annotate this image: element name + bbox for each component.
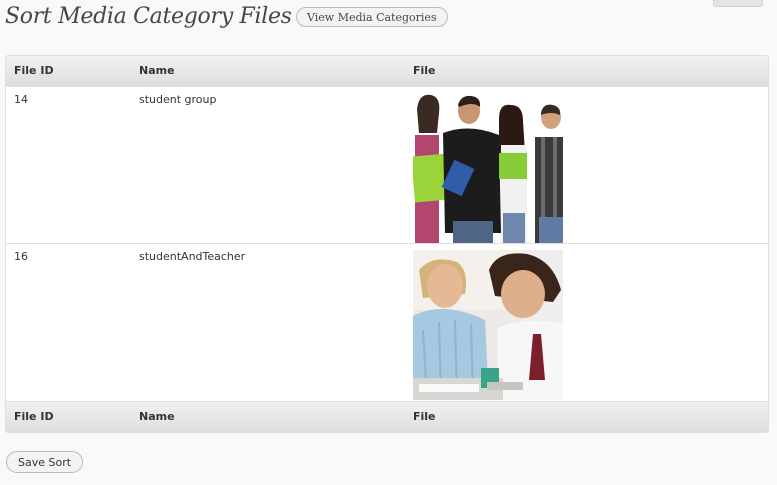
student-and-teacher-photo (413, 250, 563, 400)
header-file[interactable]: File (413, 56, 436, 86)
view-media-categories-button[interactable]: View Media Categories (296, 7, 448, 27)
name-cell: studentAndTeacher (139, 250, 246, 263)
student-and-teacher-thumbnail (413, 250, 563, 400)
file-id-cell: 16 (14, 250, 28, 263)
media-files-table: File ID Name File 14 student group 16 st… (5, 55, 769, 433)
footer-file[interactable]: File (413, 402, 436, 432)
save-sort-button[interactable]: Save Sort (6, 451, 84, 473)
table-row[interactable]: 16 studentAndTeacher (6, 244, 768, 400)
page-title: Sort Media Category Files (5, 4, 292, 29)
table-footer: File ID Name File (6, 401, 768, 432)
student-group-photo (413, 93, 563, 243)
file-id-cell: 14 (14, 93, 28, 106)
footer-name[interactable]: Name (139, 402, 175, 432)
table-header: File ID Name File (6, 56, 768, 87)
footer-file-id[interactable]: File ID (14, 402, 54, 432)
help-tab[interactable] (713, 0, 763, 7)
header-name[interactable]: Name (139, 56, 175, 86)
student-group-thumbnail (413, 93, 563, 243)
table-row[interactable]: 14 student group (6, 87, 768, 244)
header-file-id[interactable]: File ID (14, 56, 54, 86)
name-cell: student group (139, 93, 217, 106)
